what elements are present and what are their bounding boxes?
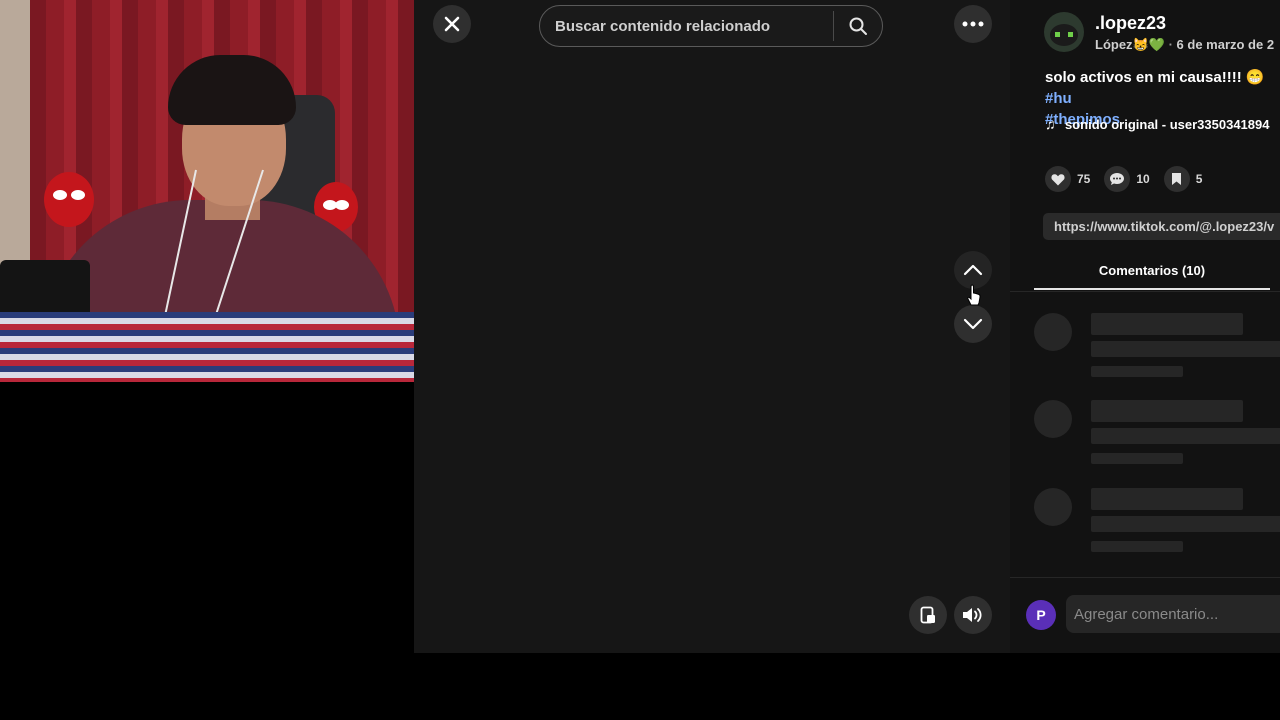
skeleton-avatar bbox=[1034, 488, 1072, 526]
video-player bbox=[414, 0, 1010, 653]
bookmark-icon bbox=[1163, 166, 1190, 192]
volume-icon bbox=[963, 608, 982, 622]
search-input[interactable] bbox=[540, 6, 833, 46]
skeleton-avatar bbox=[1034, 313, 1072, 351]
chevron-up-icon bbox=[963, 264, 983, 276]
comment-skeleton bbox=[1034, 400, 1280, 480]
save-count: 5 bbox=[1195, 172, 1203, 186]
author-meta: López😸💚 · 6 de marzo de 2 bbox=[1095, 37, 1274, 53]
like-button[interactable]: 75 bbox=[1045, 166, 1090, 192]
skeleton-line bbox=[1091, 488, 1243, 510]
more-icon bbox=[962, 21, 984, 27]
comment-skeleton bbox=[1034, 488, 1280, 568]
sound-label: sonido original - user3350341894 bbox=[1065, 117, 1270, 132]
skeleton-avatar bbox=[1034, 400, 1072, 438]
comment-skeleton bbox=[1034, 313, 1280, 393]
search-button[interactable] bbox=[834, 6, 882, 46]
tab-comments[interactable]: Comentarios (10) bbox=[1034, 258, 1270, 290]
skeleton-line bbox=[1091, 400, 1243, 422]
comment-box-divider bbox=[1010, 577, 1280, 578]
search-icon bbox=[849, 17, 867, 35]
striped-bedding bbox=[0, 312, 414, 382]
webcam-overlay bbox=[0, 0, 414, 382]
author-avatar[interactable] bbox=[1044, 12, 1084, 52]
mini-player-button[interactable] bbox=[909, 596, 947, 634]
post-date: 6 de marzo de 2 bbox=[1176, 37, 1275, 52]
close-icon bbox=[444, 16, 460, 32]
engagement-stats: 75 10 5 bbox=[1045, 166, 1216, 192]
save-button[interactable]: 5 bbox=[1163, 166, 1203, 192]
tab-divider bbox=[1010, 291, 1280, 292]
comment-icon bbox=[1104, 166, 1131, 192]
skeleton-line bbox=[1091, 428, 1280, 444]
current-user-avatar[interactable]: P bbox=[1026, 600, 1056, 630]
skeleton-line bbox=[1091, 541, 1183, 552]
hand-cursor-icon bbox=[967, 284, 981, 306]
author-display-name: López😸💚 bbox=[1095, 37, 1165, 52]
sound-link[interactable]: ♫ sonido original - user3350341894 bbox=[1045, 116, 1269, 132]
next-video-button[interactable] bbox=[954, 305, 992, 343]
skeleton-line bbox=[1091, 366, 1183, 377]
meta-separator: · bbox=[1168, 37, 1173, 52]
author-username[interactable]: .lopez23 bbox=[1095, 13, 1166, 34]
more-options-button[interactable] bbox=[954, 5, 992, 43]
skeleton-line bbox=[1091, 516, 1280, 532]
volume-button[interactable] bbox=[954, 596, 992, 634]
chevron-down-icon bbox=[963, 318, 983, 330]
comment-count: 10 bbox=[1136, 172, 1150, 186]
music-note-icon: ♫ bbox=[1045, 116, 1056, 132]
search-bar bbox=[539, 5, 883, 47]
caption-text: solo activos en mi causa!!!! 😁 bbox=[1045, 69, 1265, 86]
info-panel: .lopez23 López😸💚 · 6 de marzo de 2 solo … bbox=[1010, 0, 1280, 653]
close-button[interactable] bbox=[433, 5, 471, 43]
hashtag-link[interactable]: #hu bbox=[1045, 90, 1072, 107]
share-url-field[interactable]: https://www.tiktok.com/@.lopez23/v bbox=[1043, 213, 1280, 240]
spiderman-plush bbox=[44, 172, 94, 227]
mini-player-icon bbox=[920, 606, 935, 624]
skeleton-line bbox=[1091, 453, 1183, 464]
heart-icon bbox=[1045, 166, 1071, 192]
like-count: 75 bbox=[1077, 172, 1091, 186]
comment-button[interactable]: 10 bbox=[1104, 166, 1150, 192]
comment-input[interactable] bbox=[1066, 595, 1280, 633]
skeleton-line bbox=[1091, 341, 1280, 357]
skeleton-line bbox=[1091, 313, 1243, 335]
